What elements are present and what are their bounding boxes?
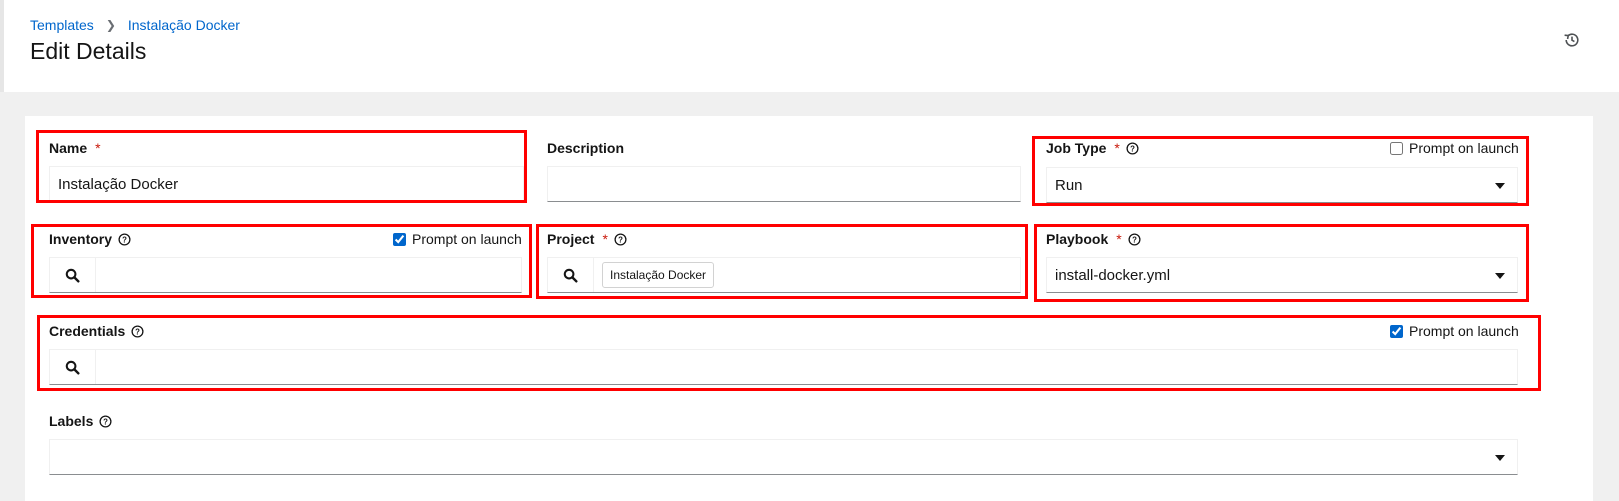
job-type-label-text: Job Type	[1046, 140, 1107, 156]
description-input[interactable]	[547, 166, 1021, 202]
playbook-label: Playbook * ?	[1046, 231, 1141, 247]
required-mark: *	[95, 140, 101, 156]
svg-text:?: ?	[103, 417, 108, 426]
credentials-label: Credentials ?	[49, 323, 144, 339]
question-circle-icon[interactable]: ?	[1128, 232, 1141, 246]
prompt-on-launch-label: Prompt on launch	[1409, 140, 1519, 156]
job-type-select[interactable]: Run	[1046, 167, 1518, 203]
prompt-on-launch-label: Prompt on launch	[1409, 323, 1519, 339]
angle-right-icon: ❯	[105, 18, 116, 32]
svg-text:?: ?	[1132, 235, 1137, 244]
breadcrumb-current-link[interactable]: Instalação Docker	[128, 17, 240, 33]
svg-text:?: ?	[135, 327, 140, 336]
inventory-label: Inventory ?	[49, 231, 131, 247]
question-circle-icon[interactable]: ?	[99, 414, 112, 428]
breadcrumb-templates-link[interactable]: Templates	[30, 17, 94, 33]
name-label: Name *	[49, 140, 101, 156]
labels-select[interactable]	[49, 439, 1518, 475]
page-title: Edit Details	[30, 38, 147, 64]
inventory-label-text: Inventory	[49, 231, 113, 247]
svg-text:?: ?	[122, 235, 127, 244]
question-circle-icon[interactable]: ?	[614, 232, 627, 246]
question-circle-icon[interactable]: ?	[118, 232, 131, 246]
required-mark: *	[602, 231, 608, 247]
playbook-label-text: Playbook	[1046, 231, 1109, 247]
credentials-prompt: Prompt on launch	[1390, 323, 1519, 339]
caret-down-icon	[1495, 273, 1505, 279]
project-label: Project * ?	[547, 231, 627, 247]
prompt-on-launch-label: Prompt on launch	[412, 231, 522, 247]
job-type-prompt: Prompt on launch	[1390, 140, 1519, 156]
inventory-lookup[interactable]	[49, 257, 522, 293]
svg-text:?: ?	[618, 235, 623, 244]
credentials-lookup[interactable]	[49, 349, 1518, 385]
job-type-value: Run	[1055, 176, 1083, 194]
svg-text:?: ?	[1130, 144, 1135, 153]
job-type-prompt-checkbox[interactable]	[1390, 141, 1403, 155]
job-type-label: Job Type * ?	[1046, 140, 1139, 156]
project-chip[interactable]: Instalação Docker	[602, 262, 715, 288]
name-input[interactable]: Instalação Docker	[49, 166, 524, 202]
inventory-prompt-checkbox[interactable]	[393, 232, 406, 246]
search-icon[interactable]	[50, 258, 96, 292]
caret-down-icon	[1495, 455, 1505, 461]
labels-label-text: Labels	[49, 413, 94, 429]
playbook-value: install-docker.yml	[1055, 266, 1171, 284]
question-circle-icon[interactable]: ?	[131, 324, 144, 338]
name-input-value: Instalação Docker	[58, 175, 179, 193]
name-label-text: Name	[49, 140, 88, 156]
page: Templates ❯ Instalação Docker Edit Detai…	[0, 0, 1619, 501]
project-lookup[interactable]: Instalação Docker	[547, 257, 1021, 293]
required-mark: *	[1116, 231, 1122, 247]
history-icon[interactable]	[1563, 31, 1583, 51]
credentials-prompt-checkbox[interactable]	[1390, 324, 1403, 338]
inventory-prompt: Prompt on launch	[393, 231, 522, 247]
credentials-label-text: Credentials	[49, 323, 126, 339]
breadcrumb: Templates ❯ Instalação Docker	[30, 17, 240, 33]
page-header: Templates ❯ Instalação Docker Edit Detai…	[0, 0, 1619, 92]
caret-down-icon	[1495, 183, 1505, 189]
description-label: Description	[547, 140, 624, 156]
search-icon[interactable]	[50, 350, 96, 384]
labels-label: Labels ?	[49, 413, 112, 429]
question-circle-icon[interactable]: ?	[1126, 141, 1139, 155]
project-label-text: Project	[547, 231, 595, 247]
search-icon[interactable]	[548, 258, 594, 292]
description-label-text: Description	[547, 140, 625, 156]
playbook-select[interactable]: install-docker.yml	[1046, 257, 1518, 293]
required-mark: *	[1114, 140, 1120, 156]
